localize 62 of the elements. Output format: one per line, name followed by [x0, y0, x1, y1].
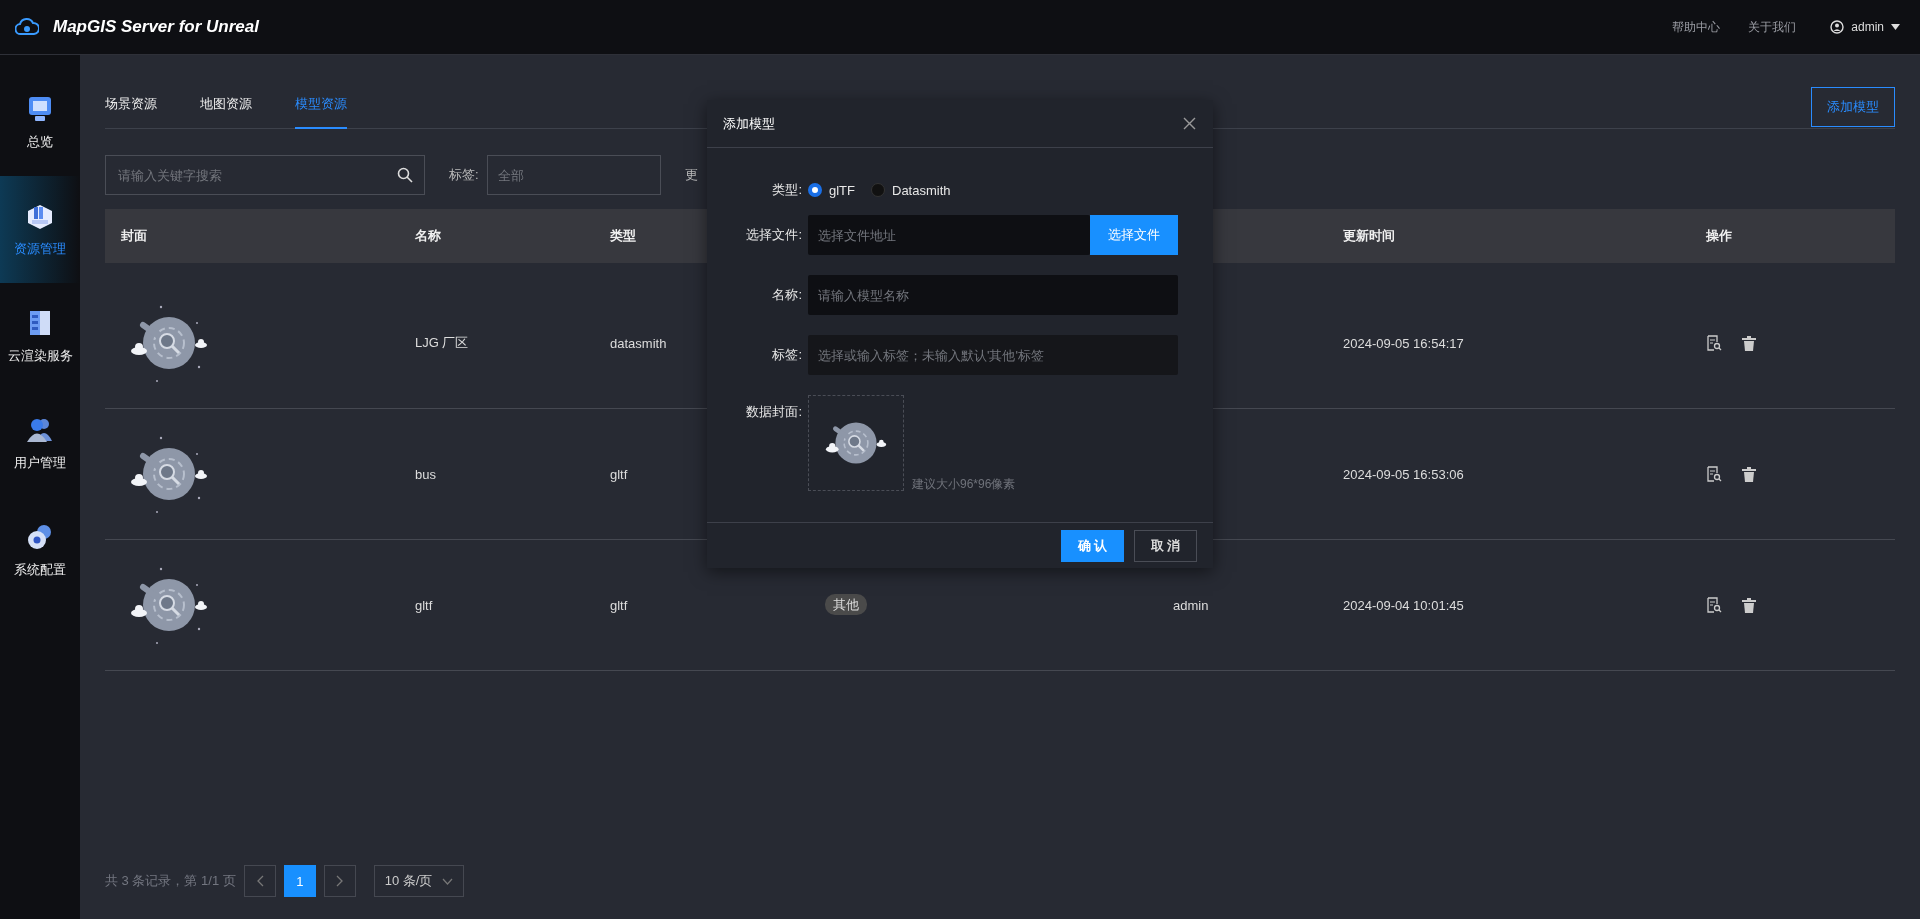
close-icon[interactable] [1183, 117, 1196, 130]
column-header: 封面 [120, 227, 147, 245]
table-cell-text: 2024-09-04 10:01:45 [1342, 597, 1464, 613]
column-header: 名称 [414, 227, 441, 245]
sidebar-item[interactable]: 用户管理 [0, 390, 80, 497]
column-header: 操作 [1705, 227, 1732, 245]
tag-filter-label: 标签: [449, 166, 479, 184]
radio-option[interactable]: glTF [808, 182, 855, 198]
field-label: 类型: [771, 181, 803, 199]
table-cell-text: 2024-09-05 16:53:06 [1342, 466, 1464, 482]
cloud-logo-icon [15, 18, 39, 36]
page-size-select[interactable]: 10 条/页 [373, 865, 465, 897]
table-cell: admin [1173, 597, 1209, 613]
name-field[interactable]: 请输入模型名称 [808, 275, 1178, 315]
document-search-icon[interactable] [1706, 597, 1722, 613]
record-summary: 共 3 条记录，第 1/1 页 [105, 872, 236, 890]
field-label: 选择文件: [745, 226, 803, 244]
sidebar-item[interactable]: 系统配置 [0, 497, 80, 604]
header-link[interactable]: 关于我们 [1748, 18, 1797, 36]
add-model-button[interactable]: 添加模型 [1811, 86, 1895, 127]
header-link[interactable]: 帮助中心 [1672, 18, 1721, 36]
table-cell-text: datasmith [609, 335, 667, 351]
tab[interactable]: 场景资源 [105, 95, 157, 129]
radio-option[interactable]: Datasmith [871, 182, 951, 198]
document-search-icon[interactable] [1706, 335, 1722, 351]
field-label: 名称: [771, 286, 803, 304]
field-label: 数据封面: [745, 403, 803, 421]
user-icon [1830, 20, 1845, 34]
table-cell-text: gltf [609, 466, 628, 482]
app-title: MapGIS Server for Unreal [53, 17, 259, 37]
field-label: 标签: [771, 346, 803, 364]
trash-icon[interactable] [1742, 466, 1756, 482]
tag-field[interactable]: 选择或输入标签；未输入默认'其他'标签 [808, 335, 1178, 375]
document-search-icon[interactable] [1706, 466, 1722, 482]
dialog-title: 添加模型 [723, 114, 775, 133]
tab[interactable]: 地图资源 [200, 95, 252, 129]
trash-icon[interactable] [1742, 597, 1756, 613]
filter-label: 更 [684, 166, 698, 184]
chevron-down-icon [442, 877, 454, 885]
chevron-right-icon [335, 875, 344, 887]
tag-filter-select[interactable]: 全部 [486, 155, 661, 195]
search-icon [397, 167, 413, 183]
file-path-field[interactable]: 选择文件地址 [808, 215, 1090, 255]
table-cell-text: bus [414, 466, 436, 482]
table-cell-text: LJG 厂区 [414, 334, 469, 352]
cover-upload-area[interactable] [808, 395, 904, 491]
sidebar-item[interactable]: 总览 [0, 69, 80, 176]
table-cell-text: gltf [609, 597, 628, 613]
column-header: 类型 [609, 227, 636, 245]
caret-icon [1891, 24, 1900, 30]
user-menu[interactable]: admin [1830, 20, 1900, 34]
chevron-left-icon [255, 875, 264, 887]
sidebar-item[interactable]: 云渲染服务 [0, 283, 80, 390]
cancel-button[interactable]: 取 消 [1134, 529, 1197, 562]
tab[interactable]: 模型资源 [295, 95, 347, 129]
table-cell-text: gltf [414, 597, 433, 613]
trash-icon[interactable] [1742, 335, 1756, 351]
table-cell-text: 2024-09-05 16:54:17 [1342, 335, 1464, 351]
tag-chip: 其他 [825, 594, 867, 615]
cover-size-hint: 建议大小96*96像素 [912, 476, 1016, 493]
search-field[interactable]: 请输入关键字搜索 [105, 155, 425, 195]
column-header: 更新时间 [1342, 227, 1395, 245]
